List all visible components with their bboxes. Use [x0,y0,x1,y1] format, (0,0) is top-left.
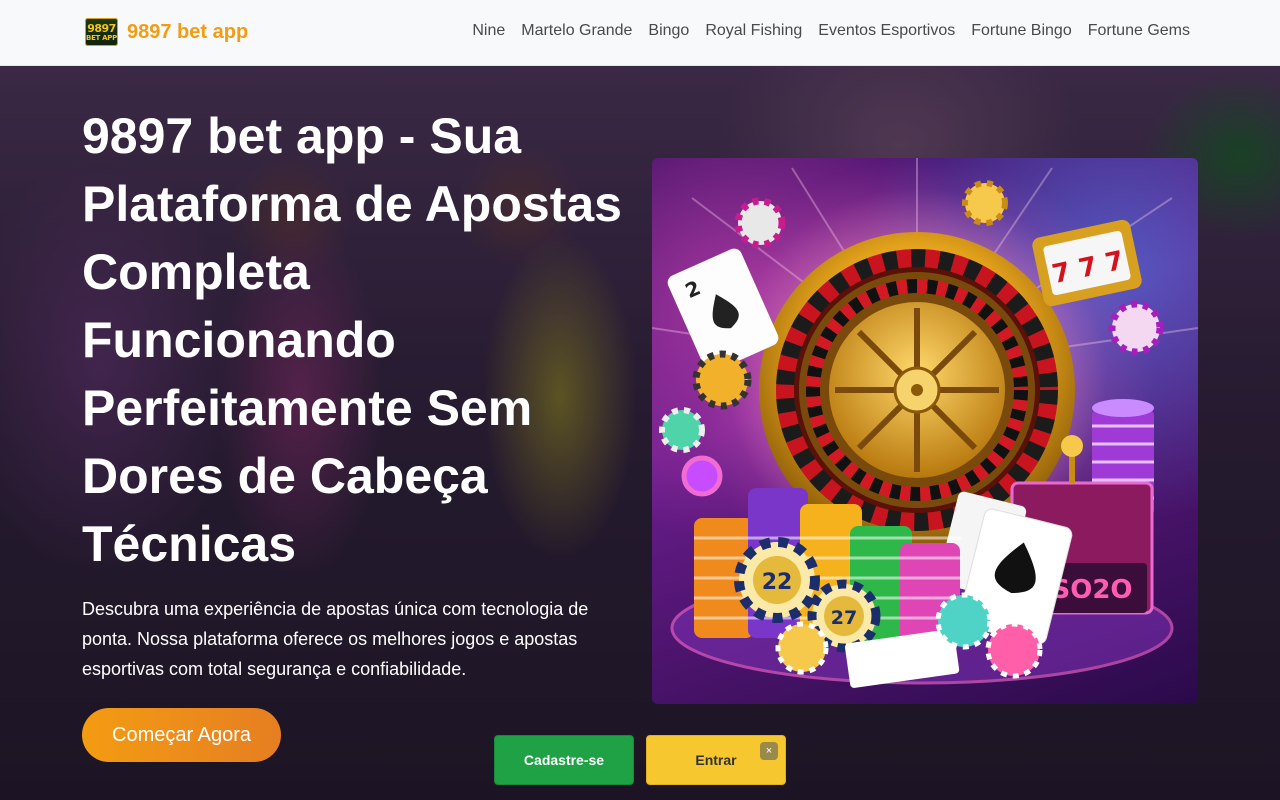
hero-description: Descubra uma experiência de apostas únic… [82,599,589,679]
casino-illustration: 7 7 7 2 SO2O 22 27 [652,158,1198,704]
register-button[interactable]: Cadastre-se [494,735,634,785]
hero-title: 9897 bet app - Sua Plataforma de Apostas… [82,108,622,572]
nav-item-nine[interactable]: Nine [472,22,505,40]
nav-item-martelo-grande[interactable]: Martelo Grande [521,22,632,40]
chip-22: 22 [734,537,820,623]
start-now-button[interactable]: Começar Agora [82,708,281,762]
nav-item-bingo[interactable]: Bingo [648,22,689,40]
hero-section: 9897 bet app - Sua Plataforma de Apostas… [0,66,1280,800]
chip-22-label: 22 [762,570,793,595]
sign-text: SO2O [1051,575,1132,605]
nav-item-eventos-esportivos[interactable]: Eventos Esportivos [818,22,955,40]
casino-illustration-svg: 7 7 7 2 SO2O 22 27 [652,158,1198,688]
slot-machine: 7 7 7 [1032,219,1142,307]
main-nav: Nine Martelo Grande Bingo Royal Fishing … [472,22,1190,40]
nav-item-fortune-gems[interactable]: Fortune Gems [1088,22,1190,40]
chip-27-label: 27 [831,607,857,629]
nav-item-fortune-bingo[interactable]: Fortune Bingo [971,22,1072,40]
logo-text-top: 9897 [87,21,116,35]
logo-text-bottom: BET APP [86,33,117,42]
nav-item-royal-fishing[interactable]: Royal Fishing [705,22,802,40]
site-header: 9897 BET APP 9897 bet app Nine Martelo G… [0,0,1280,66]
close-icon[interactable]: × [760,742,778,760]
brand-link[interactable]: 9897 BET APP 9897 bet app [85,18,248,46]
brand-name: 9897 bet app [127,20,249,43]
brand-logo: 9897 BET APP [85,18,118,46]
